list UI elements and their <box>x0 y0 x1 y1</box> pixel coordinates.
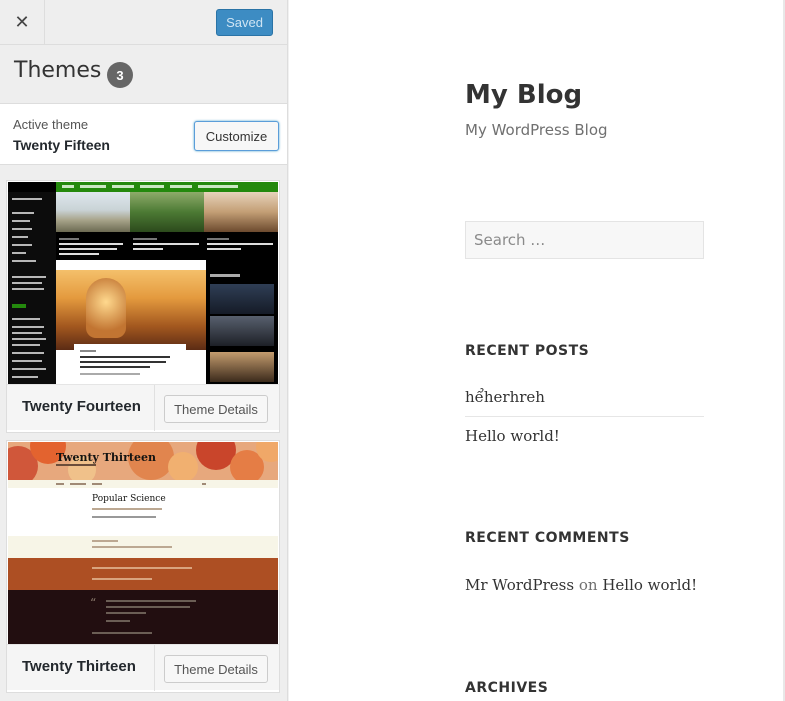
preview-content: My Blog My WordPress Blog Search … RECEN… <box>289 0 783 701</box>
recent-comment-item: Mr WordPress on Hello world! <box>465 576 697 594</box>
recent-comments-title: RECENT COMMENTS <box>465 530 630 546</box>
theme-card-twenty-thirteen[interactable]: Twenty Thirteen Popular Science “ Twenty… <box>6 440 280 693</box>
recent-posts-title: RECENT POSTS <box>465 343 590 359</box>
theme-name-label: Twenty Thirteen <box>22 658 136 675</box>
site-title-link[interactable]: My Blog <box>465 80 582 110</box>
sidebar-topbar: ✕ Saved <box>0 0 287 45</box>
themes-count-badge: 3 <box>107 62 133 88</box>
thumb-left-column <box>8 192 56 384</box>
close-icon[interactable]: ✕ <box>14 12 29 33</box>
thumb-nav-bar <box>56 182 278 192</box>
theme-card-twenty-fourteen[interactable]: Twenty Fourteen Theme Details <box>6 180 280 433</box>
theme-details-button[interactable]: Theme Details <box>164 395 268 423</box>
twenty-fourteen-thumbnail <box>8 182 278 384</box>
saved-button[interactable]: Saved <box>216 9 273 36</box>
themes-title: Themes <box>14 58 102 83</box>
theme-card-footer: Twenty Fourteen Theme Details <box>7 384 279 431</box>
theme-name-label: Twenty Fourteen <box>22 398 141 415</box>
thumb-photo-grass <box>130 192 204 232</box>
thumb-featured-post <box>56 260 206 384</box>
theme-screenshot-twenty-fourteen[interactable] <box>8 182 278 384</box>
twenty-thirteen-thumbnail: Twenty Thirteen Popular Science “ <box>8 442 278 644</box>
thumb-photo-pier <box>204 192 278 232</box>
comment-post-link[interactable]: Hello world! <box>602 576 697 594</box>
themes-section-header: Themes 3 <box>0 45 287 103</box>
active-theme-name: Twenty Fifteen <box>13 137 110 153</box>
comment-author-link[interactable]: Mr WordPress <box>465 576 574 594</box>
site-preview: My Blog My WordPress Blog Search … RECEN… <box>289 0 785 701</box>
comment-on-text: on <box>578 576 598 594</box>
theme-details-button[interactable]: Theme Details <box>164 655 268 683</box>
thumb-video-column <box>206 260 278 384</box>
recent-post-link[interactable]: Hello world! <box>465 427 560 445</box>
close-button[interactable]: ✕ <box>0 0 45 45</box>
thumb-post-title: Popular Science <box>92 494 166 504</box>
thumb-header-circles: Twenty Thirteen <box>8 442 278 480</box>
theme-card-footer: Twenty Thirteen Theme Details <box>7 644 279 691</box>
customizer-sidebar: ✕ Saved Themes 3 Active theme Twenty Fif… <box>0 0 288 701</box>
customize-button[interactable]: Customize <box>194 121 279 151</box>
customizer-app: ✕ Saved Themes 3 Active theme Twenty Fif… <box>0 0 785 701</box>
archives-title: ARCHIVES <box>465 680 549 696</box>
site-description: My WordPress Blog <box>465 121 608 139</box>
thumb-photo-landscape <box>56 192 130 232</box>
active-theme-label: Active theme <box>13 117 89 132</box>
thumb-site-title: Twenty Thirteen <box>56 451 156 464</box>
search-input[interactable]: Search … <box>465 221 704 259</box>
active-theme-panel: Active theme Twenty Fifteen Customize <box>0 103 287 165</box>
recent-post-link[interactable]: hểherhreh <box>465 388 545 406</box>
theme-screenshot-twenty-thirteen[interactable]: Twenty Thirteen Popular Science “ <box>8 442 278 644</box>
